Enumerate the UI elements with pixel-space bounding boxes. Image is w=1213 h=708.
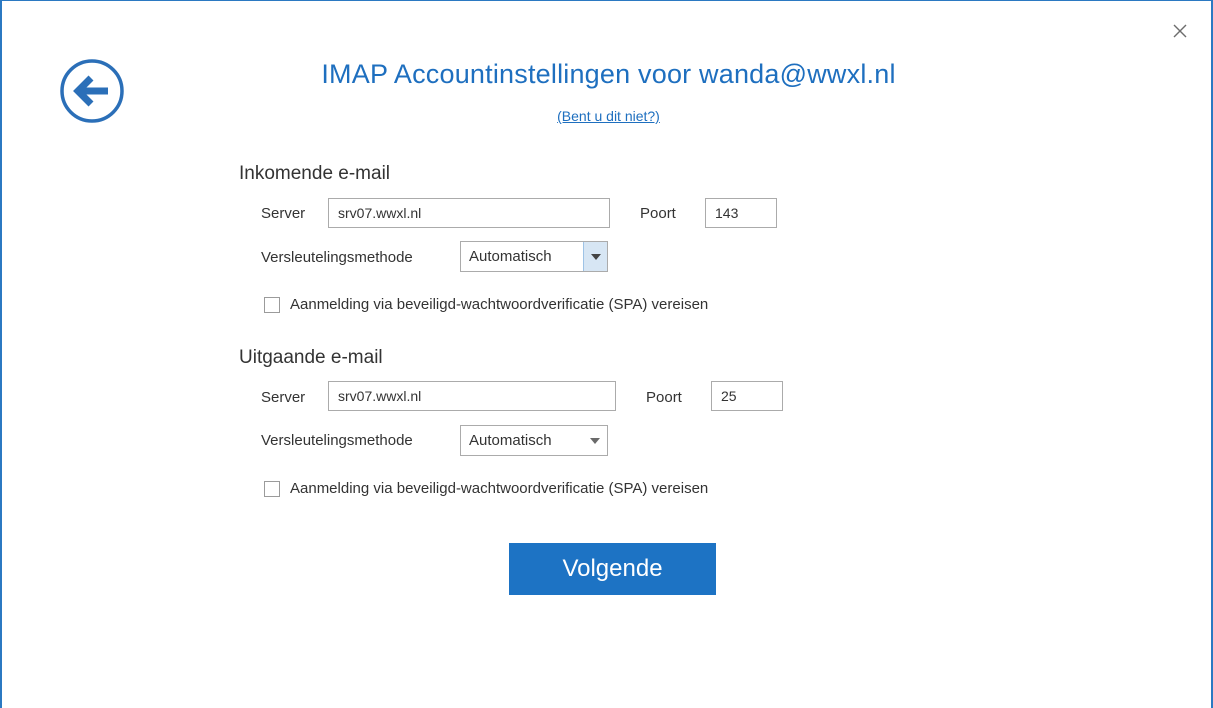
not-you-link-row: (Bent u dit niet?) bbox=[2, 108, 1213, 124]
outgoing-encryption-select[interactable]: Automatisch bbox=[460, 425, 608, 456]
incoming-spa-option[interactable]: Aanmelding via beveiligd-wachtwoordverif… bbox=[264, 296, 708, 313]
incoming-spa-label: Aanmelding via beveiligd-wachtwoordverif… bbox=[290, 296, 709, 313]
dialog-title: IMAP Accountinstellingen voor wanda@wwxl… bbox=[321, 59, 896, 89]
outgoing-section-title: Uitgaande e-mail bbox=[239, 347, 383, 368]
outgoing-encryption-value: Automatisch bbox=[469, 432, 552, 449]
chevron-down-icon bbox=[583, 426, 607, 455]
outgoing-spa-label: Aanmelding via beveiligd-wachtwoordverif… bbox=[290, 480, 709, 497]
outgoing-port-input[interactable]: 25 bbox=[711, 381, 783, 411]
incoming-port-label: Poort bbox=[640, 205, 676, 222]
incoming-encryption-value: Automatisch bbox=[469, 248, 552, 265]
outgoing-spa-checkbox[interactable] bbox=[264, 480, 280, 497]
outgoing-spa-option[interactable]: Aanmelding via beveiligd-wachtwoordverif… bbox=[264, 480, 708, 497]
next-button[interactable]: Volgende bbox=[509, 543, 716, 595]
outgoing-encryption-label: Versleutelingsmethode bbox=[261, 432, 413, 449]
incoming-server-label: Server bbox=[261, 205, 306, 222]
incoming-server-input[interactable]: srv07.wwxl.nl bbox=[328, 198, 610, 228]
incoming-section-title: Inkomende e-mail bbox=[239, 163, 391, 184]
outgoing-server-input[interactable]: srv07.wwxl.nl bbox=[328, 381, 616, 411]
close-x-icon bbox=[1173, 24, 1187, 38]
incoming-port-input[interactable]: 143 bbox=[705, 198, 777, 228]
account-settings-dialog: IMAP Accountinstellingen voor wanda@wwxl… bbox=[0, 0, 1213, 708]
outgoing-server-label: Server bbox=[261, 389, 306, 406]
not-you-link[interactable]: (Bent u dit niet?) bbox=[557, 108, 660, 124]
incoming-encryption-select[interactable]: Automatisch bbox=[460, 241, 608, 272]
incoming-encryption-label: Versleutelingsmethode bbox=[261, 249, 413, 266]
chevron-down-icon bbox=[583, 242, 607, 271]
incoming-spa-checkbox[interactable] bbox=[264, 296, 280, 313]
close-button[interactable] bbox=[1168, 19, 1192, 43]
outgoing-port-label: Poort bbox=[646, 389, 682, 406]
